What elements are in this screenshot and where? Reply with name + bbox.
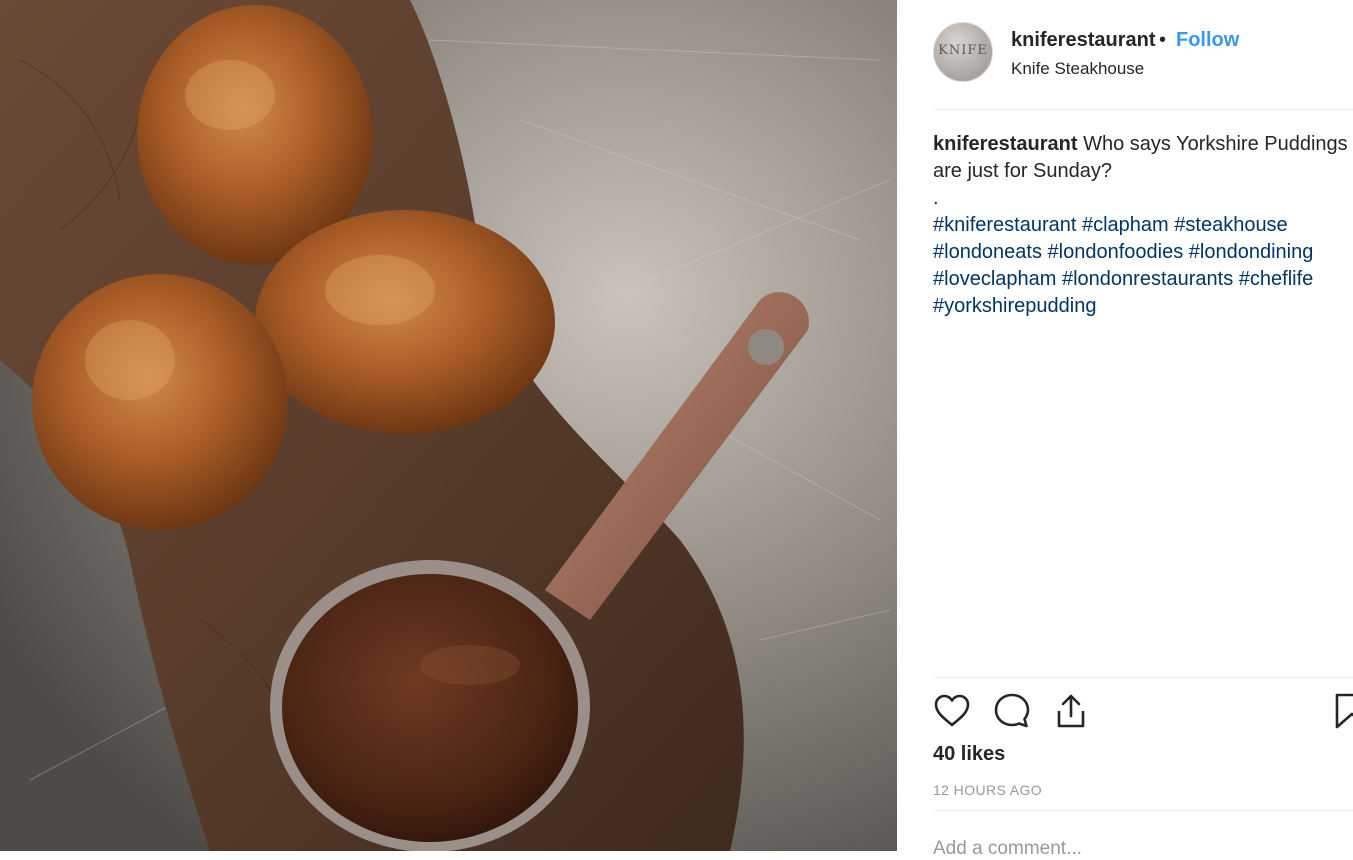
hashtag-list: #kniferestaurant #clapham #steakhouse #l… <box>933 212 1353 320</box>
save-button[interactable] <box>1333 692 1353 730</box>
hashtag-link[interactable]: #londoneats <box>933 241 1042 263</box>
share-icon <box>1057 694 1085 728</box>
post-timestamp[interactable]: 12 HOURS AGO <box>933 782 1042 798</box>
hashtag-link[interactable]: #cheflife <box>1239 268 1314 290</box>
action-bar <box>933 692 1353 732</box>
share-button[interactable] <box>1052 692 1090 730</box>
hashtag-link[interactable]: #clapham <box>1082 214 1169 236</box>
hashtag-link[interactable]: #loveclapham <box>933 268 1056 290</box>
bookmark-icon <box>1335 693 1353 729</box>
comment-icon <box>994 693 1030 728</box>
follow-button[interactable]: Follow <box>1176 29 1239 52</box>
separator-dot: • <box>1159 29 1167 51</box>
caption-username[interactable]: kniferestaurant <box>933 133 1078 155</box>
location-link[interactable]: Knife Steakhouse <box>1011 59 1144 79</box>
username-link[interactable]: kniferestaurant <box>1011 29 1156 52</box>
hashtag-link[interactable]: #yorkshirepudding <box>933 295 1096 317</box>
heart-icon <box>934 694 970 727</box>
comment-input[interactable]: Add a comment... <box>933 838 1082 860</box>
post-photo-illustration <box>0 0 897 851</box>
post-image[interactable] <box>0 0 897 851</box>
hashtag-link[interactable]: #londondining <box>1189 241 1314 263</box>
divider <box>933 810 1353 811</box>
divider <box>933 109 1353 110</box>
caption-dot-line: . <box>933 187 939 209</box>
post-header: KNIFE kniferestaurant • Follow Knife Ste… <box>933 22 1353 82</box>
hashtag-link[interactable]: #kniferestaurant <box>933 214 1076 236</box>
likes-count[interactable]: 40 likes <box>933 743 1005 766</box>
avatar[interactable]: KNIFE <box>933 22 993 82</box>
post-caption: kniferestaurant Who says Yorkshire Puddi… <box>933 131 1353 320</box>
comment-button[interactable] <box>993 692 1031 730</box>
hashtag-link[interactable]: #steakhouse <box>1174 214 1287 236</box>
divider <box>933 677 1353 678</box>
hashtag-link[interactable]: #londonrestaurants <box>1062 268 1233 290</box>
post-sidebar: KNIFE kniferestaurant • Follow Knife Ste… <box>897 0 1353 859</box>
like-button[interactable] <box>933 692 971 730</box>
avatar-logo-text: KNIFE <box>938 43 988 58</box>
hashtag-link[interactable]: #londonfoodies <box>1048 241 1184 263</box>
